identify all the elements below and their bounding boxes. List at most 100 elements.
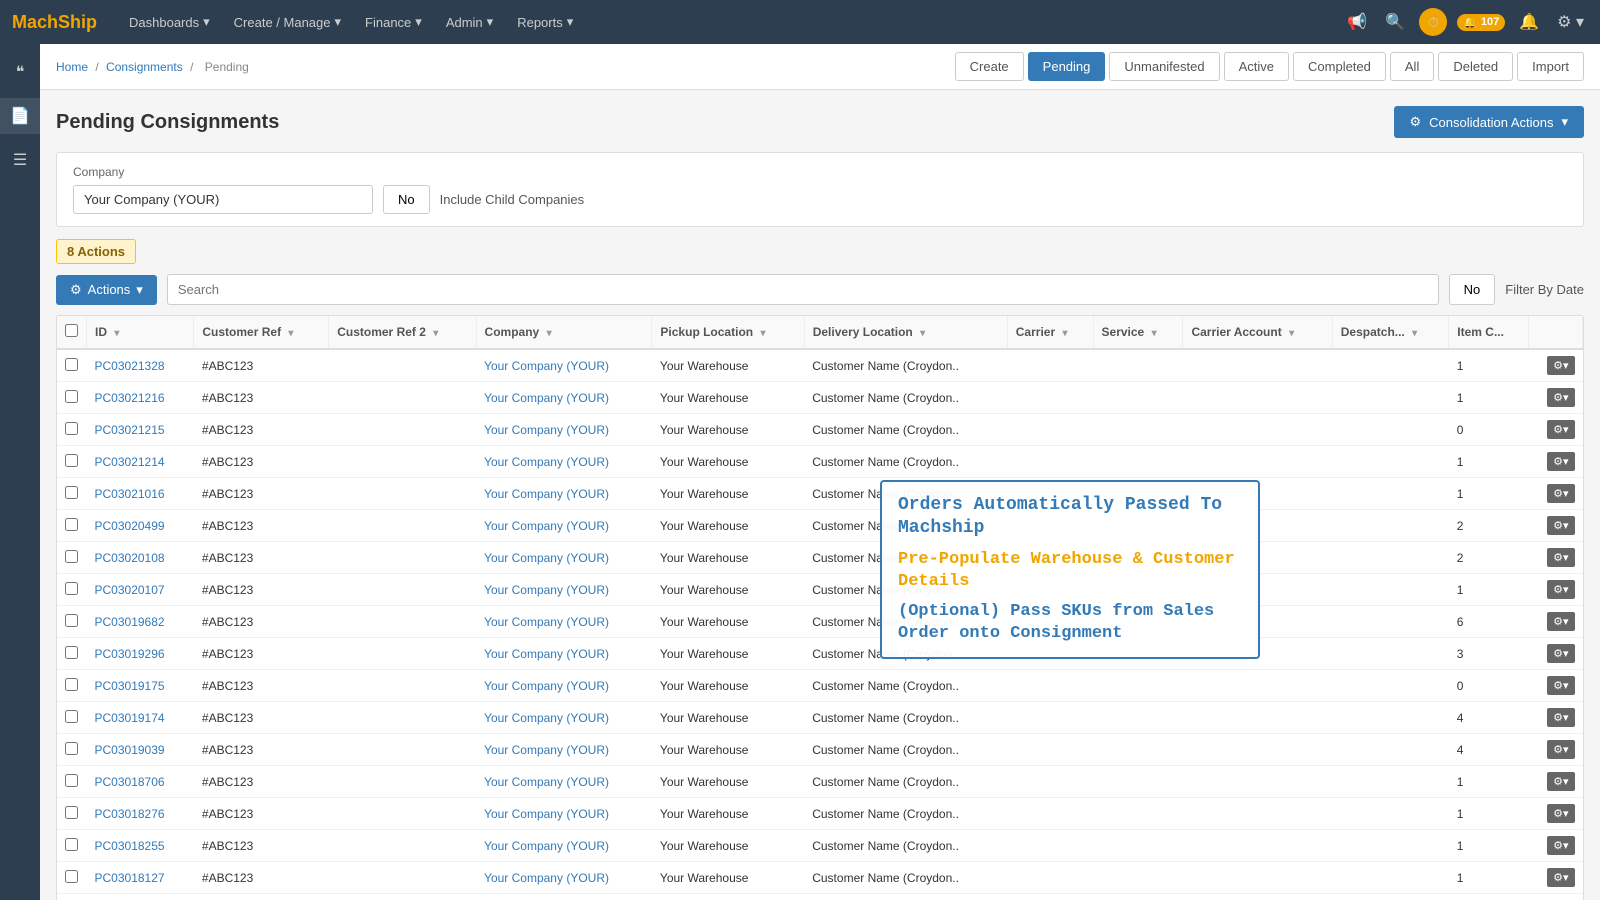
row-id[interactable]: PC03019296 bbox=[87, 638, 194, 670]
row-id[interactable]: PC03018255 bbox=[87, 830, 194, 862]
sidebar-list-icon[interactable]: ☰ bbox=[0, 142, 40, 178]
select-all-header[interactable] bbox=[57, 316, 87, 349]
row-checkbox[interactable] bbox=[65, 454, 78, 467]
row-action-button[interactable]: ⚙▾ bbox=[1547, 740, 1574, 759]
filter-date-toggle[interactable]: No bbox=[1449, 274, 1496, 305]
row-action-button[interactable]: ⚙▾ bbox=[1547, 612, 1574, 631]
th-account[interactable]: Carrier Account ▾ bbox=[1183, 316, 1332, 349]
row-id[interactable]: PC03021216 bbox=[87, 382, 194, 414]
row-company[interactable]: Your Company (YOUR) bbox=[476, 574, 652, 606]
row-company[interactable]: Your Company (YOUR) bbox=[476, 414, 652, 446]
row-action-button[interactable]: ⚙▾ bbox=[1547, 772, 1574, 791]
settings-icon[interactable]: ⚙ ▾ bbox=[1553, 8, 1588, 36]
row-checkbox-cell[interactable] bbox=[57, 830, 87, 862]
row-action-button[interactable]: ⚙▾ bbox=[1547, 516, 1574, 535]
row-id[interactable]: PC03019175 bbox=[87, 670, 194, 702]
row-id[interactable]: PC03021214 bbox=[87, 446, 194, 478]
row-company[interactable]: Your Company (YOUR) bbox=[476, 638, 652, 670]
row-company[interactable]: Your Company (YOUR) bbox=[476, 510, 652, 542]
row-checkbox-cell[interactable] bbox=[57, 382, 87, 414]
sidebar-document-icon[interactable]: 📄 bbox=[0, 98, 40, 134]
row-checkbox[interactable] bbox=[65, 550, 78, 563]
brand-logo[interactable]: MachShip bbox=[12, 12, 97, 33]
th-customer-ref[interactable]: Customer Ref ▾ bbox=[194, 316, 329, 349]
row-company[interactable]: Your Company (YOUR) bbox=[476, 478, 652, 510]
row-action-button[interactable]: ⚙▾ bbox=[1547, 708, 1574, 727]
tab-deleted[interactable]: Deleted bbox=[1438, 52, 1513, 81]
consolidation-actions-button[interactable]: ⚙ Consolidation Actions ▾ bbox=[1394, 106, 1585, 138]
child-companies-toggle[interactable]: No bbox=[383, 185, 430, 214]
row-company[interactable]: Your Company (YOUR) bbox=[476, 830, 652, 862]
row-checkbox[interactable] bbox=[65, 358, 78, 371]
row-company[interactable]: Your Company (YOUR) bbox=[476, 670, 652, 702]
megaphone-icon[interactable]: 📢 bbox=[1343, 8, 1371, 36]
row-action-button[interactable]: ⚙▾ bbox=[1547, 836, 1574, 855]
row-id[interactable]: PC03018127 bbox=[87, 862, 194, 894]
row-checkbox[interactable] bbox=[65, 422, 78, 435]
row-id[interactable]: PC03018276 bbox=[87, 798, 194, 830]
row-checkbox-cell[interactable] bbox=[57, 766, 87, 798]
row-id[interactable]: PC03018126 bbox=[87, 894, 194, 900]
row-checkbox-cell[interactable] bbox=[57, 670, 87, 702]
tab-active[interactable]: Active bbox=[1224, 52, 1289, 81]
row-action-button[interactable]: ⚙▾ bbox=[1547, 356, 1574, 375]
nav-finance[interactable]: Finance ▾ bbox=[353, 0, 434, 44]
row-checkbox-cell[interactable] bbox=[57, 862, 87, 894]
th-despatch[interactable]: Despatch... ▾ bbox=[1332, 316, 1449, 349]
row-checkbox[interactable] bbox=[65, 390, 78, 403]
row-action-button[interactable]: ⚙▾ bbox=[1547, 484, 1574, 503]
row-checkbox[interactable] bbox=[65, 710, 78, 723]
row-action-button[interactable]: ⚙▾ bbox=[1547, 420, 1574, 439]
row-company[interactable]: Your Company (YOUR) bbox=[476, 349, 652, 382]
search-icon[interactable]: 🔍 bbox=[1381, 8, 1409, 36]
tab-import[interactable]: Import bbox=[1517, 52, 1584, 81]
tab-pending[interactable]: Pending bbox=[1028, 52, 1106, 81]
row-company[interactable]: Your Company (YOUR) bbox=[476, 606, 652, 638]
nav-dashboards[interactable]: Dashboards ▾ bbox=[117, 0, 222, 44]
row-checkbox-cell[interactable] bbox=[57, 510, 87, 542]
row-company[interactable]: Your Company (YOUR) bbox=[476, 798, 652, 830]
th-items[interactable]: Item C... bbox=[1449, 316, 1528, 349]
row-checkbox-cell[interactable] bbox=[57, 478, 87, 510]
breadcrumb-consignments[interactable]: Consignments bbox=[106, 60, 183, 74]
row-company[interactable]: Your Company (YOUR) bbox=[476, 766, 652, 798]
company-input[interactable] bbox=[73, 185, 373, 214]
th-delivery[interactable]: Delivery Location ▾ bbox=[804, 316, 1007, 349]
row-checkbox-cell[interactable] bbox=[57, 734, 87, 766]
tab-all[interactable]: All bbox=[1390, 52, 1434, 81]
row-checkbox-cell[interactable] bbox=[57, 798, 87, 830]
row-checkbox[interactable] bbox=[65, 838, 78, 851]
row-checkbox[interactable] bbox=[65, 806, 78, 819]
row-id[interactable]: PC03019174 bbox=[87, 702, 194, 734]
row-company[interactable]: Your Company (YOUR) bbox=[476, 542, 652, 574]
row-action-button[interactable]: ⚙▾ bbox=[1547, 868, 1574, 887]
th-customer-ref2[interactable]: Customer Ref 2 ▾ bbox=[329, 316, 476, 349]
th-service[interactable]: Service ▾ bbox=[1093, 316, 1183, 349]
row-checkbox[interactable] bbox=[65, 774, 78, 787]
clock-icon[interactable]: ⏱ bbox=[1419, 8, 1447, 36]
row-checkbox[interactable] bbox=[65, 486, 78, 499]
row-checkbox-cell[interactable] bbox=[57, 349, 87, 382]
row-id[interactable]: PC03021016 bbox=[87, 478, 194, 510]
row-company[interactable]: Your Company (YOUR) bbox=[476, 446, 652, 478]
row-company[interactable]: Your Company (YOUR) bbox=[476, 862, 652, 894]
row-checkbox-cell[interactable] bbox=[57, 606, 87, 638]
row-action-button[interactable]: ⚙▾ bbox=[1547, 676, 1574, 695]
row-action-button[interactable]: ⚙▾ bbox=[1547, 644, 1574, 663]
row-checkbox[interactable] bbox=[65, 518, 78, 531]
row-checkbox-cell[interactable] bbox=[57, 446, 87, 478]
search-input[interactable] bbox=[167, 274, 1439, 305]
nav-admin[interactable]: Admin ▾ bbox=[434, 0, 505, 44]
row-checkbox-cell[interactable] bbox=[57, 638, 87, 670]
row-company[interactable]: Your Company (YOUR) bbox=[476, 382, 652, 414]
tab-create[interactable]: Create bbox=[955, 52, 1024, 81]
row-action-button[interactable]: ⚙▾ bbox=[1547, 804, 1574, 823]
nav-create-manage[interactable]: Create / Manage ▾ bbox=[222, 0, 353, 44]
row-action-button[interactable]: ⚙▾ bbox=[1547, 580, 1574, 599]
row-id[interactable]: PC03020107 bbox=[87, 574, 194, 606]
row-id[interactable]: PC03019682 bbox=[87, 606, 194, 638]
sidebar-quote-icon[interactable]: ❝ bbox=[0, 54, 40, 90]
nav-reports[interactable]: Reports ▾ bbox=[505, 0, 585, 44]
tab-unmanifested[interactable]: Unmanifested bbox=[1109, 52, 1219, 81]
row-checkbox[interactable] bbox=[65, 614, 78, 627]
